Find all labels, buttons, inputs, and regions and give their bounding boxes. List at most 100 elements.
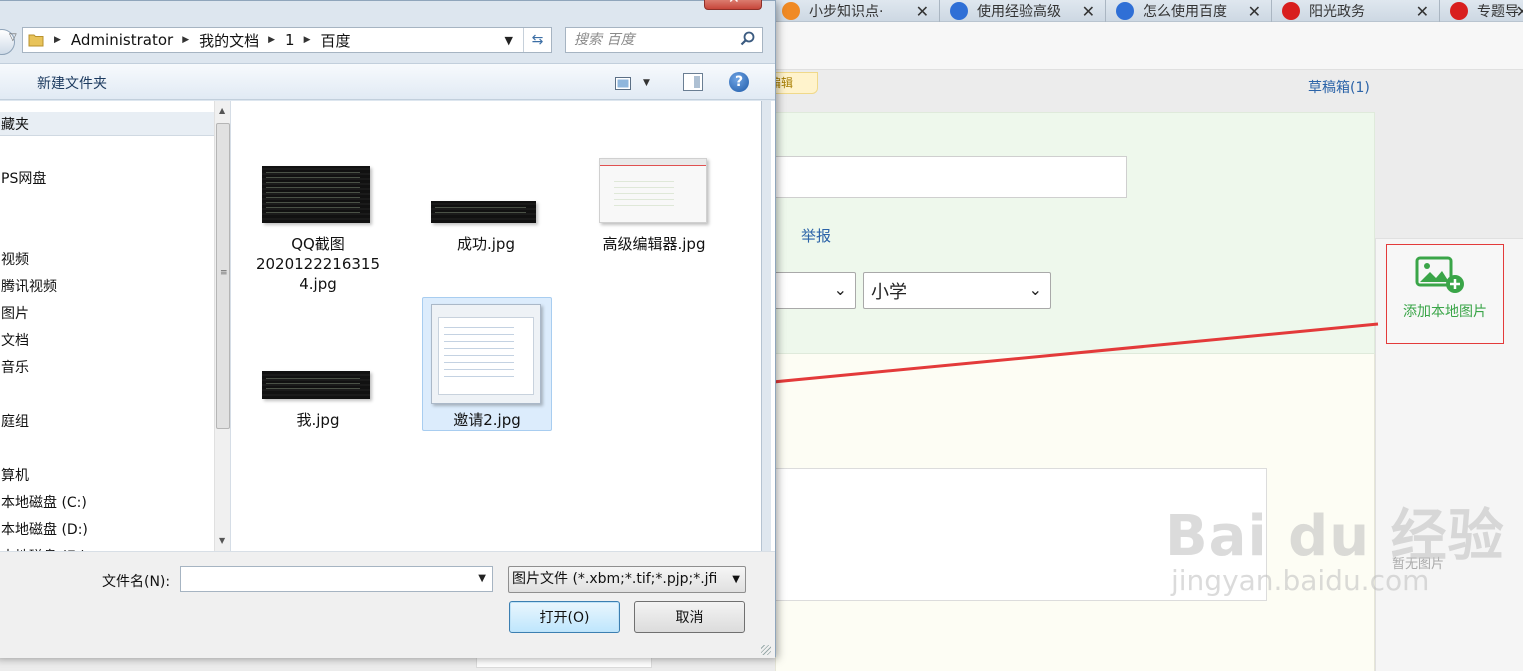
sun-gov-icon xyxy=(1450,2,1468,20)
browser-tab[interactable]: 小步知识点· ✕ xyxy=(772,0,940,22)
breadcrumb-item[interactable]: 我的文档 xyxy=(199,30,259,51)
favorites-header xyxy=(0,112,215,136)
tab-title: 专题导 xyxy=(1477,4,1519,20)
address-row: ▽ ▶ Administrator ▶ 我的文档 ▶ 1 ▶ 百度 ▼ ⇆ xyxy=(0,25,777,55)
browser-tab[interactable]: 阳光政务 ✕ xyxy=(1272,0,1440,22)
browser-tab[interactable]: 怎么使用百度 ✕ xyxy=(1106,0,1272,22)
dialog-footer: 文件名(N): ▼ 图片文件 (*.xbm;*.tif;*.pjp;*.jfi … xyxy=(0,551,775,658)
browser-tab[interactable]: 专题导✕ xyxy=(1440,0,1523,22)
file-name[interactable]: 我.jpg xyxy=(253,410,383,430)
help-button[interactable]: ? xyxy=(729,72,749,92)
nav-item[interactable]: 音乐 xyxy=(1,357,29,377)
search-input[interactable] xyxy=(566,28,736,52)
file-list-pane: QQ截图 2020122216315 4.jpg 成功.jpg 高级编辑器.jpg 我.j… xyxy=(231,101,775,551)
file-thumbnail[interactable] xyxy=(431,304,541,404)
baidu-paw-icon xyxy=(1116,2,1134,20)
new-folder-button[interactable]: 新建文件夹 xyxy=(37,73,107,93)
refresh-icon: ⇆ xyxy=(531,32,544,48)
resize-grip[interactable] xyxy=(761,645,771,655)
file-name[interactable]: 邀请2.jpg xyxy=(422,410,552,430)
breadcrumb-separator: ▶ xyxy=(182,35,190,45)
help-icon: ? xyxy=(734,74,744,90)
close-icon[interactable]: ✕ xyxy=(1416,2,1429,21)
open-button[interactable]: 打开(O) xyxy=(509,601,620,633)
add-local-image-button[interactable]: 添加本地图片 xyxy=(1386,244,1504,344)
tab-title: 使用经验高级 xyxy=(977,4,1061,20)
close-icon[interactable]: ✕ xyxy=(1516,2,1523,21)
breadcrumb-item[interactable]: 百度 xyxy=(321,30,351,51)
scroll-up-icon[interactable]: ▲ xyxy=(219,106,225,115)
nav-item[interactable]: 本地磁盘 (C:) xyxy=(1,492,87,512)
close-icon[interactable]: ✕ xyxy=(1082,2,1095,21)
folder-icon xyxy=(28,34,44,47)
file-thumbnail[interactable] xyxy=(431,201,536,223)
file-name[interactable]: 高级编辑器.jpg xyxy=(589,234,719,254)
recent-locations-dropdown[interactable]: ▽ xyxy=(9,32,17,43)
dialog-close-button[interactable]: ✕ xyxy=(704,0,762,10)
nav-item[interactable]: 本地磁盘 (D:) xyxy=(1,519,88,539)
file-thumbnail[interactable] xyxy=(262,166,370,223)
report-link[interactable]: 举报 xyxy=(801,225,831,246)
filename-combobox[interactable]: ▼ xyxy=(180,566,493,592)
file-name-line: 4.jpg xyxy=(299,275,337,293)
nav-item[interactable]: 藏夹 xyxy=(1,114,29,134)
chevron-down-icon[interactable]: ▼ xyxy=(505,34,513,47)
nav-item[interactable]: 腾讯视频 xyxy=(1,276,57,296)
change-view-button[interactable]: ▼ xyxy=(615,73,657,93)
browser-tab[interactable]: 使用经验高级 ✕ xyxy=(940,0,1106,22)
close-icon[interactable]: ✕ xyxy=(916,2,929,21)
grip-icon: ≡ xyxy=(220,268,228,278)
breadcrumb-separator: ▶ xyxy=(303,35,311,45)
command-bar: 新建文件夹 ▼ ? xyxy=(0,63,775,100)
nav-scrollbar[interactable]: ▲ ≡ ▼ xyxy=(214,101,230,551)
level-select[interactable]: 小学 ⌄ xyxy=(863,272,1051,309)
file-name[interactable]: 成功.jpg xyxy=(421,234,551,254)
file-name-line: 成功.jpg xyxy=(457,235,515,253)
file-name-line: 邀请2.jpg xyxy=(453,411,521,429)
nav-item[interactable]: 庭组 xyxy=(1,411,29,431)
breadcrumb-item[interactable]: 1 xyxy=(285,31,295,49)
body-textarea[interactable] xyxy=(775,468,1267,601)
drafts-link[interactable]: 草稿箱(1) xyxy=(1308,77,1370,97)
nav-item[interactable]: 图片 xyxy=(1,303,29,323)
file-name[interactable]: QQ截图 2020122216315 4.jpg xyxy=(253,234,383,294)
cancel-button[interactable]: 取消 xyxy=(634,601,745,633)
tab-title: 小步知识点· xyxy=(809,4,884,20)
tab-title: 阳光政务 xyxy=(1309,4,1365,20)
no-image-text: 暂无图片 xyxy=(1392,557,1445,572)
nav-item[interactable]: PS网盘 xyxy=(1,168,46,188)
navigation-pane: 藏夹 PS网盘视频腾讯视频图片文档音乐庭组算机本地磁盘 (C:) 本地磁盘 (D:)… xyxy=(0,101,231,551)
nav-item[interactable]: 视频 xyxy=(1,249,29,269)
level-select-value: 小学 xyxy=(871,281,907,303)
add-image-icon xyxy=(1415,256,1464,293)
filename-input[interactable] xyxy=(181,567,466,591)
chevron-down-icon: ⌄ xyxy=(833,280,847,299)
file-thumbnail[interactable] xyxy=(599,158,707,223)
breadcrumb-item[interactable]: Administrator xyxy=(71,31,173,49)
refresh-button[interactable]: ⇆ xyxy=(523,28,551,52)
nav-item[interactable]: 算机 xyxy=(1,465,29,485)
scroll-down-icon[interactable]: ▼ xyxy=(219,536,225,545)
chevron-down-icon[interactable]: ▼ xyxy=(478,573,486,584)
nav-item[interactable]: 文档 xyxy=(1,330,29,350)
file-name-line: 2020122216315 xyxy=(255,255,381,273)
sun-gov-icon xyxy=(1282,2,1300,20)
preview-pane-button[interactable] xyxy=(683,73,703,91)
tab-title: 怎么使用百度 xyxy=(1143,4,1227,20)
nav-scroll-thumb[interactable]: ≡ xyxy=(216,123,230,429)
chevron-down-icon: ⌄ xyxy=(1028,280,1042,299)
search-icon[interactable] xyxy=(740,31,756,47)
chevron-down-icon: ▼ xyxy=(732,574,740,585)
close-icon[interactable]: ✕ xyxy=(1248,2,1261,21)
baidu-paw-icon xyxy=(950,2,968,20)
title-input[interactable] xyxy=(775,156,1127,198)
file-name-line: 高级编辑器.jpg xyxy=(602,235,706,253)
add-image-label: 添加本地图片 xyxy=(1403,304,1487,320)
file-thumbnail[interactable] xyxy=(262,371,370,399)
close-icon: ✕ xyxy=(728,0,740,7)
breadcrumb[interactable]: ▶ Administrator ▶ 我的文档 ▶ 1 ▶ 百度 ▼ ⇆ xyxy=(22,27,552,53)
breadcrumb-separator: ▶ xyxy=(54,35,61,45)
chevron-down-icon: ▼ xyxy=(643,78,650,88)
search-box[interactable] xyxy=(565,27,763,53)
filetype-select[interactable]: 图片文件 (*.xbm;*.tif;*.pjp;*.jfi ▼ xyxy=(508,566,746,593)
